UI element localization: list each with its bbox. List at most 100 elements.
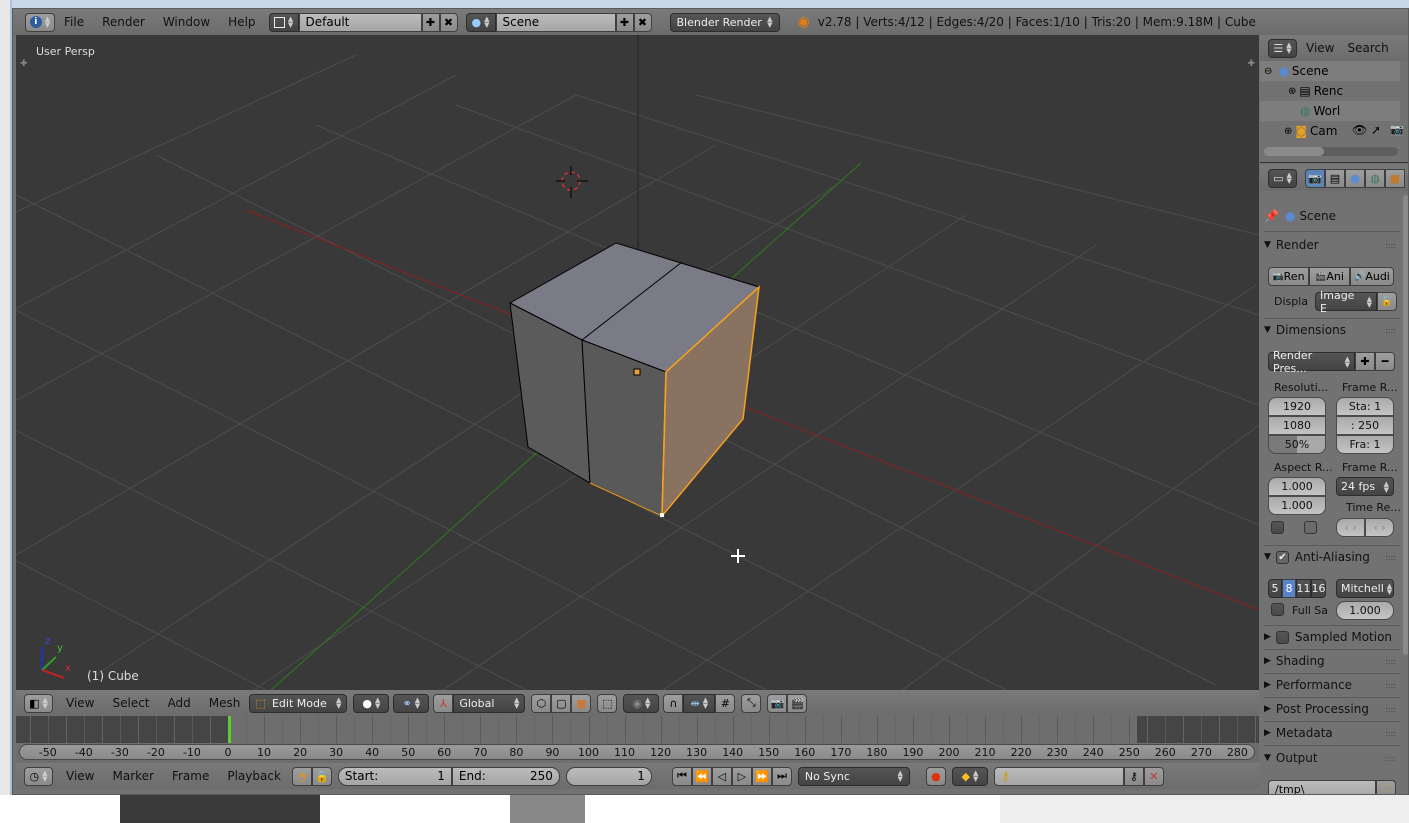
- tab-render[interactable]: 📷: [1305, 168, 1325, 188]
- layout-delete-button[interactable]: ✖: [439, 12, 458, 32]
- end-frame-field[interactable]: End: 250: [451, 766, 560, 786]
- drag-handle-icon[interactable]: ::::: [1385, 657, 1396, 666]
- scene-name-field[interactable]: Scene: [495, 12, 616, 32]
- snap-target-button[interactable]: #: [715, 693, 736, 713]
- frame-start-field[interactable]: Sta: 1: [1336, 397, 1394, 416]
- timeline[interactable]: -50 -40 -30 -20 -10 0 10 20 30 40 50 60 70 80 90 100 110…: [16, 716, 1275, 763]
- keying-mode-dropdown[interactable]: ◆ ▲ ▼: [951, 766, 988, 786]
- current-frame-indicator[interactable]: [228, 716, 231, 743]
- shading-dropdown[interactable]: ● ▲ ▼: [353, 693, 390, 713]
- pin-icon[interactable]: 📌: [1264, 209, 1279, 223]
- crop-checkbox[interactable]: [1304, 521, 1317, 534]
- time-remap-old-field[interactable]: ‹ ›: [1336, 518, 1365, 537]
- scene-add-button[interactable]: ✚: [615, 12, 634, 32]
- render-audio-button[interactable]: 🔊 Audi: [1350, 267, 1394, 286]
- play-reverse-button[interactable]: ◁: [711, 766, 732, 786]
- jump-end-button[interactable]: ⏭: [771, 766, 792, 786]
- panel-post-processing-header[interactable]: ▶ Post Processing::::: [1264, 702, 1400, 716]
- scene-delete-button[interactable]: ✖: [633, 12, 652, 32]
- delete-keyframe-button[interactable]: ✕: [1143, 766, 1164, 786]
- menu-file[interactable]: File: [55, 15, 93, 29]
- auto-keying-button[interactable]: ●: [925, 766, 946, 786]
- edge-select-button[interactable]: ▢: [551, 693, 572, 713]
- insert-keyframe-button[interactable]: ⚷: [1123, 766, 1144, 786]
- keying-set-field[interactable]: ⚷: [993, 766, 1124, 786]
- panel-anti-aliasing-header[interactable]: ▼ ✔ Anti-Aliasing::::: [1264, 550, 1400, 564]
- cube-mesh[interactable]: [508, 242, 760, 519]
- tab-scene[interactable]: ●: [1345, 168, 1365, 188]
- frame-step-field[interactable]: Fra: 1: [1336, 435, 1394, 454]
- timeline-menu-view[interactable]: View: [57, 769, 103, 783]
- current-frame-field[interactable]: 1: [565, 766, 652, 786]
- pivot-dropdown[interactable]: ⚭ ▲ ▼: [393, 693, 430, 713]
- aa-sample-8[interactable]: 8: [1282, 579, 1296, 598]
- panel-render-header[interactable]: ▼ Render::::: [1264, 238, 1400, 252]
- aa-sample-11[interactable]: 11: [1296, 579, 1311, 598]
- menu-help[interactable]: Help: [219, 15, 264, 29]
- timeline-menu-playback[interactable]: Playback: [218, 769, 290, 783]
- outliner-menu-search[interactable]: Search: [1343, 41, 1392, 55]
- sampled-motion-checkbox[interactable]: [1275, 630, 1289, 644]
- menu-view[interactable]: View: [57, 696, 103, 710]
- drag-handle-icon[interactable]: ::::: [1385, 705, 1396, 714]
- toolshelf-toggle[interactable]: ✚: [20, 59, 28, 69]
- drag-handle-icon[interactable]: ::::: [1385, 681, 1396, 690]
- properties-scrollbar[interactable]: [1403, 195, 1408, 655]
- panel-performance-header[interactable]: ▶ Performance::::: [1264, 678, 1400, 692]
- jump-next-keyframe-button[interactable]: ⏩: [751, 766, 772, 786]
- render-still-button[interactable]: 📷 Ren: [1268, 267, 1309, 286]
- menu-add[interactable]: Add: [159, 696, 200, 710]
- outliner-item-render-layers[interactable]: ⊕ ▤ Renc: [1288, 84, 1343, 98]
- sync-dropdown[interactable]: No Sync ▲ ▼: [797, 766, 910, 786]
- panel-shading-header[interactable]: ▶ Shading::::: [1264, 654, 1400, 668]
- frame-end-field[interactable]: : 250: [1336, 416, 1394, 435]
- menu-select[interactable]: Select: [103, 696, 158, 710]
- drag-handle-icon[interactable]: ::::: [1385, 553, 1396, 562]
- full-sample-checkbox[interactable]: [1271, 603, 1284, 616]
- scene-browse-button[interactable]: ● ▲ ▼: [465, 12, 496, 32]
- menu-window[interactable]: Window: [154, 15, 219, 29]
- tab-world[interactable]: ◍: [1365, 168, 1385, 188]
- preview-range-button[interactable]: ◔: [291, 766, 312, 786]
- panel-metadata-header[interactable]: ▶ Metadata::::: [1264, 726, 1400, 740]
- visibility-eye-icon[interactable]: 👁: [1352, 123, 1367, 137]
- 3d-viewport[interactable]: User Persp z y x (1) Cube ✚ ✚: [16, 35, 1259, 690]
- menu-mesh[interactable]: Mesh: [200, 696, 250, 710]
- anti-aliasing-checkbox[interactable]: ✔: [1275, 550, 1289, 564]
- selectability-cursor-icon[interactable]: ➚: [1371, 123, 1381, 137]
- occlude-geometry-button[interactable]: ⬚: [597, 693, 618, 713]
- render-animation-button[interactable]: 🎬 Ani: [1309, 267, 1350, 286]
- snap-toggle[interactable]: ∩: [663, 693, 684, 713]
- start-frame-field[interactable]: Start: 1: [337, 766, 452, 786]
- tab-render-layers[interactable]: ▤: [1325, 168, 1345, 188]
- drag-handle-icon[interactable]: ::::: [1385, 241, 1396, 250]
- outliner-item-scene[interactable]: ⊖ ● Scene: [1264, 64, 1328, 78]
- viewport-editor-type-button[interactable]: ◧ ▲ ▼: [24, 693, 53, 713]
- aa-filter-dropdown[interactable]: Mitchell ▲ ▼: [1336, 579, 1394, 598]
- render-presets-dropdown[interactable]: Render Pres... ▲ ▼: [1268, 349, 1355, 375]
- editor-type-button[interactable]: i ▲ ▼: [25, 12, 55, 32]
- panel-output-header[interactable]: ▼ Output::::: [1264, 751, 1400, 765]
- browse-folder-button[interactable]: 🗀: [1376, 780, 1396, 794]
- layout-add-button[interactable]: ✚: [421, 12, 440, 32]
- timeline-menu-marker[interactable]: Marker: [103, 769, 162, 783]
- drag-handle-icon[interactable]: ::::: [1385, 754, 1396, 763]
- drag-handle-icon[interactable]: ::::: [1385, 729, 1396, 738]
- jump-start-button[interactable]: ⏮: [671, 766, 692, 786]
- drag-handle-icon[interactable]: ::::: [1385, 326, 1396, 335]
- properties-toggle[interactable]: ✚: [1247, 59, 1255, 69]
- resolution-y-field[interactable]: 1080: [1268, 416, 1326, 435]
- border-checkbox[interactable]: [1271, 521, 1284, 534]
- opengl-render-button[interactable]: 📷: [767, 693, 788, 713]
- outliner-item-camera[interactable]: ⊕ ◙ Cam: [1284, 124, 1337, 138]
- aspect-y-field[interactable]: 1.000: [1268, 496, 1326, 515]
- resolution-x-field[interactable]: 1920: [1268, 397, 1326, 416]
- aa-sample-5[interactable]: 5: [1268, 579, 1282, 598]
- auto-merge-button[interactable]: ⤡: [741, 693, 762, 713]
- outliner-hscrollbar[interactable]: [1264, 147, 1398, 156]
- manipulator-toggle[interactable]: ⅄: [433, 693, 454, 713]
- layout-name-field[interactable]: Default: [298, 12, 422, 32]
- outliner-editor-type-button[interactable]: ☰ ▲ ▼: [1268, 38, 1297, 58]
- time-remap-new-field[interactable]: ‹ ›: [1365, 518, 1394, 537]
- frame-rate-dropdown[interactable]: 24 fps ▲ ▼: [1336, 477, 1394, 496]
